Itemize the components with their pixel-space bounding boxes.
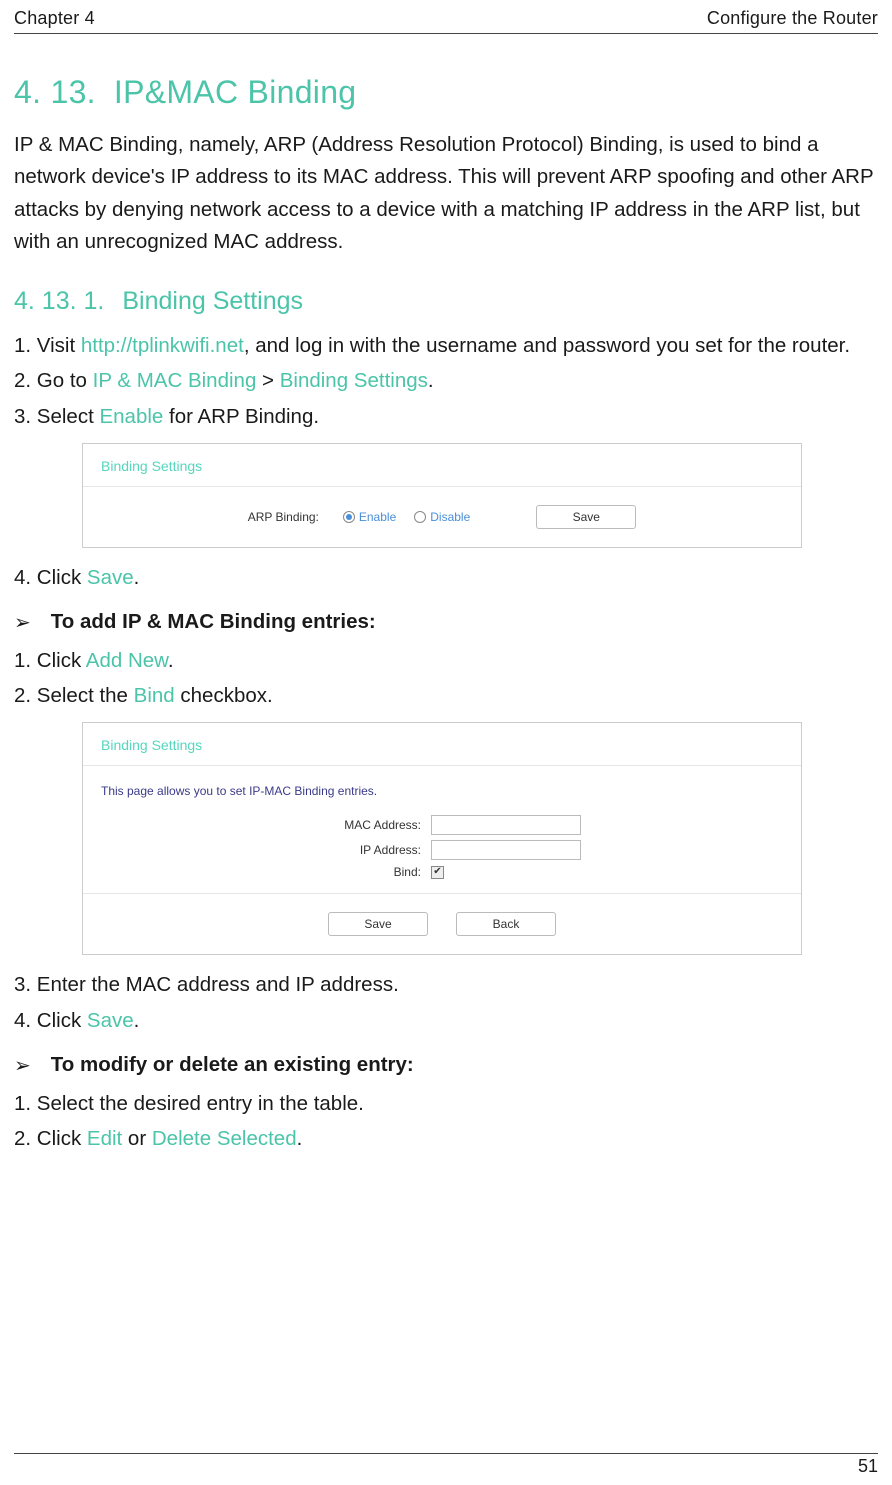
link-save: Save bbox=[87, 1009, 134, 1032]
step-4: 4. Click Save. bbox=[14, 562, 878, 594]
modify-step-1: 1. Select the desired entry in the table… bbox=[14, 1088, 878, 1120]
page-header: Chapter 4 Configure the Router bbox=[14, 8, 878, 34]
mac-address-input[interactable] bbox=[431, 815, 581, 835]
save-button[interactable]: Save bbox=[536, 505, 636, 529]
radio-dot-icon bbox=[414, 511, 426, 523]
add-step-2: 2. Select the Bind checkbox. bbox=[14, 680, 878, 712]
add-step-1: 1. Click Add New. bbox=[14, 645, 878, 677]
back-button[interactable]: Back bbox=[456, 912, 556, 936]
section-label: Configure the Router bbox=[707, 8, 878, 29]
chapter-label: Chapter 4 bbox=[14, 8, 95, 29]
add-step-4: 4. Click Save. bbox=[14, 1005, 878, 1037]
bind-checkbox[interactable]: ✔ bbox=[431, 866, 444, 879]
panel2-description: This page allows you to set IP-MAC Bindi… bbox=[83, 766, 801, 806]
modify-step-2: 2. Click Edit or Delete Selected. bbox=[14, 1123, 878, 1155]
bind-label: Bind: bbox=[101, 865, 431, 879]
heading-1: 4. 13. IP&MAC Binding bbox=[14, 74, 878, 111]
radio-dot-icon bbox=[343, 511, 355, 523]
radio-enable[interactable]: Enable bbox=[343, 510, 396, 524]
add-step-3: 3. Enter the MAC address and IP address. bbox=[14, 969, 878, 1001]
screenshot-binding-settings-enable: Binding Settings ARP Binding: Enable Dis… bbox=[82, 443, 802, 548]
step-2: 2. Go to IP & MAC Binding > Binding Sett… bbox=[14, 365, 878, 397]
arrow-icon: ➢ bbox=[14, 610, 31, 635]
link-binding-settings: Binding Settings bbox=[280, 369, 428, 392]
radio-disable[interactable]: Disable bbox=[414, 510, 470, 524]
step-3: 3. Select Enable for ARP Binding. bbox=[14, 401, 878, 433]
link-enable: Enable bbox=[99, 405, 163, 428]
link-ip-mac-binding: IP & MAC Binding bbox=[93, 369, 257, 392]
link-add-new: Add New bbox=[86, 649, 168, 672]
arrow-icon: ➢ bbox=[14, 1053, 31, 1078]
screenshot-binding-settings-form: Binding Settings This page allows you to… bbox=[82, 722, 802, 955]
heading-2-number: 4. 13. 1. bbox=[14, 287, 104, 315]
heading-2: 4. 13. 1. Binding Settings bbox=[14, 287, 878, 316]
link-edit: Edit bbox=[87, 1127, 122, 1150]
subheading-modify-delete: ➢ To modify or delete an existing entry: bbox=[14, 1053, 878, 1078]
ip-address-label: IP Address: bbox=[101, 843, 431, 857]
save-button[interactable]: Save bbox=[328, 912, 428, 936]
heading-1-title: IP&MAC Binding bbox=[114, 74, 357, 110]
mac-address-label: MAC Address: bbox=[101, 818, 431, 832]
subheading-add-entries: ➢ To add IP & MAC Binding entries: bbox=[14, 610, 878, 635]
heading-1-number: 4. 13. bbox=[14, 74, 96, 110]
link-bind: Bind bbox=[134, 684, 175, 707]
arp-binding-label: ARP Binding: bbox=[248, 510, 325, 524]
page-number: 51 bbox=[14, 1453, 878, 1477]
panel1-title: Binding Settings bbox=[83, 444, 801, 487]
ip-address-input[interactable] bbox=[431, 840, 581, 860]
link-tplinkwifi[interactable]: http://tplinkwifi.net bbox=[81, 334, 244, 357]
link-save: Save bbox=[87, 566, 134, 589]
intro-paragraph: IP & MAC Binding, namely, ARP (Address R… bbox=[14, 129, 878, 259]
step-1: 1. Visit http://tplinkwifi.net, and log … bbox=[14, 330, 878, 362]
heading-2-title: Binding Settings bbox=[122, 287, 303, 315]
link-delete-selected: Delete Selected bbox=[152, 1127, 297, 1150]
panel2-title: Binding Settings bbox=[83, 723, 801, 766]
